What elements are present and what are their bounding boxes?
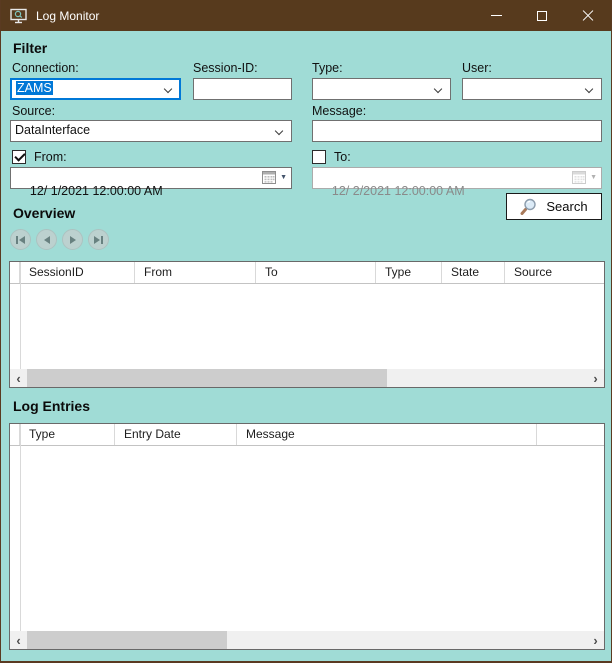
column-header-sessionid[interactable]: SessionID	[20, 262, 135, 284]
filter-heading: Filter	[13, 40, 47, 56]
type-label: Type:	[312, 61, 343, 75]
from-datepicker[interactable]: 12/ 1/2021 12:00:00 AM ▼	[10, 167, 292, 189]
log-entries-scroll-thumb[interactable]	[27, 631, 227, 649]
source-value: DataInterface	[15, 123, 90, 137]
row-header-cell	[10, 262, 20, 284]
column-header-message[interactable]: Message	[237, 424, 537, 446]
user-combobox[interactable]	[462, 78, 602, 100]
from-label[interactable]: From:	[34, 150, 67, 164]
to-checkbox[interactable]	[312, 150, 326, 164]
titlebar: Log Monitor	[1, 0, 611, 31]
to-datepicker: 12/ 2/2021 12:00:00 AM ▼	[312, 167, 602, 189]
column-header-state[interactable]: State	[442, 262, 505, 284]
user-label: User:	[462, 61, 492, 75]
calendar-icon[interactable]	[262, 171, 276, 184]
type-combobox[interactable]	[312, 78, 451, 100]
column-header-to[interactable]: To	[256, 262, 376, 284]
row-header-cell	[10, 424, 20, 446]
chevron-down-icon[interactable]	[164, 85, 172, 93]
column-header-from[interactable]: From	[135, 262, 256, 284]
maximize-icon	[537, 11, 547, 21]
connection-label: Connection:	[12, 61, 79, 75]
chevron-down-icon[interactable]	[585, 85, 593, 93]
session-id-label: Session-ID:	[193, 61, 258, 75]
calendar-dropdown-icon: ▼	[590, 174, 597, 181]
connection-combobox[interactable]: ZAMS	[10, 78, 181, 100]
record-navigator	[10, 229, 109, 250]
overview-grid-header: SessionID From To Type State Source	[10, 262, 604, 284]
minimize-icon	[491, 15, 502, 16]
maximize-button[interactable]	[519, 0, 565, 31]
minimize-button[interactable]	[473, 0, 519, 31]
message-input[interactable]	[312, 120, 602, 142]
search-button[interactable]: Search	[506, 193, 602, 220]
from-checkbox[interactable]	[12, 150, 26, 164]
log-entries-scroll-track[interactable]	[27, 631, 587, 649]
row-header-separator	[20, 262, 21, 369]
log-monitor-window: Log Monitor Filter Connection: Session-I…	[0, 0, 612, 663]
overview-grid: SessionID From To Type State Source ‹ ›	[9, 261, 605, 388]
source-label: Source:	[12, 104, 55, 118]
last-icon	[101, 236, 103, 244]
chevron-down-icon[interactable]	[434, 85, 442, 93]
app-icon	[10, 8, 27, 24]
calendar-dropdown-icon[interactable]: ▼	[280, 174, 287, 181]
search-button-label: Search	[546, 199, 587, 214]
window-title: Log Monitor	[36, 9, 473, 23]
first-icon	[19, 236, 25, 244]
calendar-icon	[572, 171, 586, 184]
log-entries-heading: Log Entries	[13, 398, 90, 414]
column-header-source[interactable]: Source	[505, 262, 605, 284]
last-icon	[94, 236, 100, 244]
previous-icon	[44, 236, 50, 244]
first-record-button[interactable]	[10, 229, 31, 250]
close-button[interactable]	[565, 0, 611, 31]
column-header-entry-date[interactable]: Entry Date	[115, 424, 237, 446]
to-date-value: 12/ 2/2021 12:00:00 AM	[332, 184, 465, 198]
log-entries-grid-header: Type Entry Date Message	[10, 424, 604, 446]
session-id-input[interactable]	[193, 78, 292, 100]
column-header-type[interactable]: Type	[20, 424, 115, 446]
previous-record-button[interactable]	[36, 229, 57, 250]
first-icon	[16, 236, 18, 244]
close-icon	[582, 10, 594, 22]
connection-value: ZAMS	[16, 81, 53, 95]
overview-scroll-thumb[interactable]	[27, 369, 387, 387]
overview-heading: Overview	[13, 205, 75, 221]
next-record-button[interactable]	[62, 229, 83, 250]
from-date-value: 12/ 1/2021 12:00:00 AM	[30, 184, 163, 198]
scroll-left-icon[interactable]: ‹	[10, 631, 27, 649]
column-header-type[interactable]: Type	[376, 262, 442, 284]
scroll-right-icon[interactable]: ›	[587, 369, 604, 387]
log-entries-grid: Type Entry Date Message ‹ ›	[9, 423, 605, 650]
last-record-button[interactable]	[88, 229, 109, 250]
overview-scroll-track[interactable]	[27, 369, 587, 387]
overview-hscrollbar[interactable]: ‹ ›	[10, 369, 604, 387]
chevron-down-icon[interactable]	[275, 127, 283, 135]
row-header-separator	[20, 424, 21, 631]
next-icon	[70, 236, 76, 244]
scroll-right-icon[interactable]: ›	[587, 631, 604, 649]
source-combobox[interactable]: DataInterface	[10, 120, 292, 142]
message-label: Message:	[312, 104, 366, 118]
log-entries-hscrollbar[interactable]: ‹ ›	[10, 631, 604, 649]
to-label[interactable]: To:	[334, 150, 351, 164]
search-icon	[520, 198, 537, 215]
scroll-left-icon[interactable]: ‹	[10, 369, 27, 387]
